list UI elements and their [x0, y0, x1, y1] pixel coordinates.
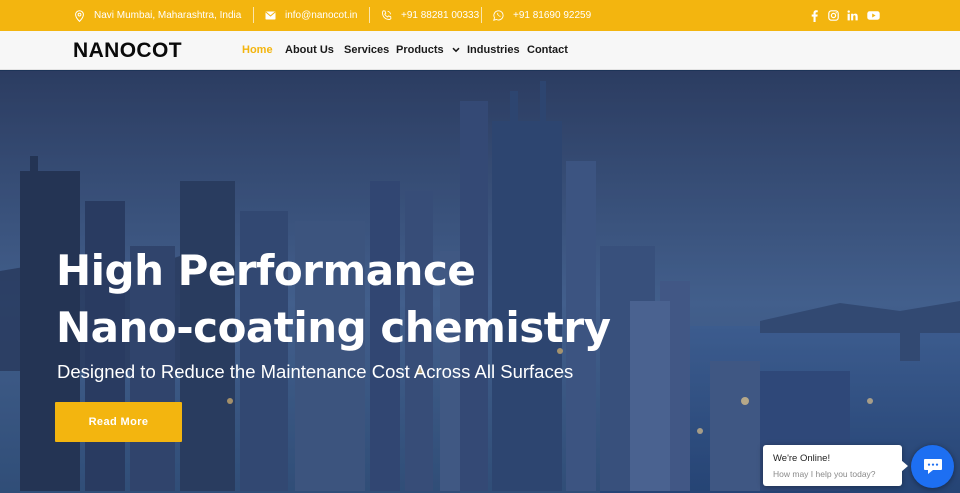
youtube-link[interactable]	[865, 0, 881, 31]
chat-launcher-button[interactable]	[911, 445, 954, 488]
hero-subtitle: Designed to Reduce the Maintenance Cost …	[57, 361, 574, 382]
instagram-link[interactable]	[825, 0, 841, 31]
chat-title: We're Online!	[773, 453, 831, 464]
chat-icon	[923, 459, 942, 474]
main-navbar: NANOCOT Home About Us Services Products …	[0, 31, 960, 70]
site-logo[interactable]: NANOCOT	[73, 39, 182, 63]
nav-services[interactable]: Services	[344, 31, 389, 70]
whatsapp-info[interactable]: +91 81690 92259	[493, 0, 591, 31]
top-bar: Navi Mumbai, Maharashtra, India info@nan…	[0, 0, 960, 31]
location-info: Navi Mumbai, Maharashtra, India	[74, 0, 241, 31]
divider	[481, 7, 482, 23]
phone-link[interactable]: +91 88281 00333	[401, 10, 479, 21]
location-text: Navi Mumbai, Maharashtra, India	[94, 10, 242, 21]
phone-icon	[382, 10, 392, 20]
read-more-button[interactable]: Read More	[55, 402, 182, 442]
youtube-icon	[866, 11, 880, 20]
nav-contact[interactable]: Contact	[527, 31, 568, 70]
map-pin-icon	[75, 9, 84, 22]
chat-greeting-bubble[interactable]: We're Online! How may I help you today?	[763, 445, 908, 486]
facebook-link[interactable]	[806, 0, 822, 31]
nav-products[interactable]: Products	[396, 31, 460, 70]
chevron-down-icon	[452, 47, 460, 53]
nav-about-us[interactable]: About Us	[285, 31, 334, 70]
nav-home[interactable]: Home	[242, 31, 273, 70]
hero-title-line1: High Performance	[56, 246, 476, 295]
whatsapp-icon	[493, 10, 504, 21]
divider	[253, 7, 254, 23]
divider	[369, 7, 370, 23]
linkedin-link[interactable]	[844, 0, 860, 31]
email-link[interactable]: info@nanocot.in	[285, 10, 357, 21]
nav-industries[interactable]: Industries	[467, 31, 520, 70]
hero-section: High Performance Nano-coating chemistry …	[0, 71, 960, 493]
phone-info[interactable]: +91 88281 00333	[381, 0, 479, 31]
nav-products-label: Products	[396, 44, 444, 56]
facebook-icon	[811, 9, 818, 22]
envelope-icon	[265, 11, 276, 20]
chat-subtitle: How may I help you today?	[773, 469, 876, 479]
email-info[interactable]: info@nanocot.in	[265, 0, 357, 31]
instagram-icon	[827, 10, 839, 21]
linkedin-icon	[847, 10, 858, 21]
hero-title-line2: Nano-coating chemistry	[56, 303, 611, 352]
whatsapp-link[interactable]: +91 81690 92259	[513, 10, 591, 21]
hero-title: High Performance Nano-coating chemistry	[56, 242, 611, 356]
